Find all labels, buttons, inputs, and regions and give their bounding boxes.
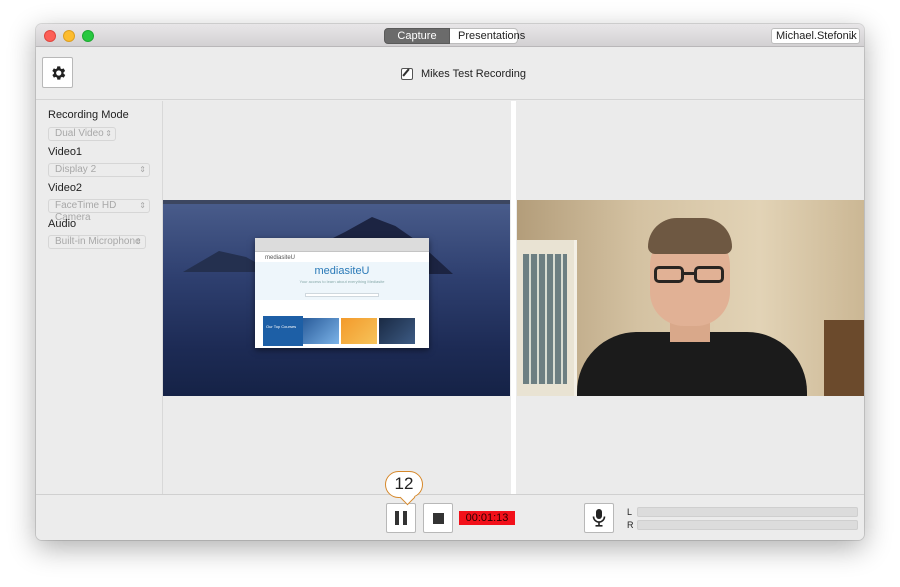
display-preview: mediasiteU mediasiteU Your access to lea… <box>163 200 510 396</box>
browser-tagline: Your access to learn about everything Me… <box>299 279 385 284</box>
course-panel <box>263 316 303 346</box>
pause-button[interactable] <box>386 503 416 533</box>
video1-label: Video1 <box>48 146 83 158</box>
meter-left-label: L <box>627 507 633 517</box>
preview-area: mediasiteU mediasiteU Your access to lea… <box>163 101 864 494</box>
glasses-lens <box>654 266 684 283</box>
recording-controls-bar: 00:01:13 L R <box>36 494 864 540</box>
browser-search-box <box>305 293 379 297</box>
meter-right-label: R <box>627 520 634 530</box>
audio-select[interactable]: Built-in Microphone ⇕ <box>48 235 146 249</box>
close-window-button[interactable] <box>44 30 56 42</box>
recording-timer: 00:01:13 <box>459 511 515 525</box>
presenter-glasses <box>654 266 726 284</box>
browser-toolbar <box>255 238 429 252</box>
course-thumbnail <box>303 318 339 344</box>
recording-mode-label: Recording Mode <box>48 109 129 121</box>
user-account-select[interactable]: Michael.Stefonik ⌄ <box>771 28 860 44</box>
tab-presentations[interactable]: Presentations <box>450 28 525 44</box>
desktop-menubar <box>163 200 510 204</box>
video2-select[interactable]: FaceTime HD Camera ⇕ <box>48 199 150 223</box>
app-window: Capture Presentations Michael.Stefonik ⌄… <box>36 24 864 540</box>
audio-meter-left <box>637 507 858 517</box>
stop-icon <box>432 512 444 524</box>
user-name: Michael.Stefonik <box>776 30 857 42</box>
gear-icon <box>51 65 65 80</box>
camera-background-window <box>517 240 577 396</box>
browser-logo: mediasiteU <box>265 255 296 261</box>
video1-value: Display 2 <box>55 164 97 175</box>
recording-mode-select[interactable]: Dual Video ⇕ <box>48 127 116 141</box>
settings-button[interactable] <box>42 57 73 88</box>
recording-mode-value: Dual Video <box>55 128 104 139</box>
audio-value: Built-in Microphone <box>55 236 141 247</box>
microphone-button[interactable] <box>584 503 614 533</box>
course-thumbnail <box>379 318 415 344</box>
recording-title-text: Mikes Test Recording <box>421 68 526 80</box>
camera-background-door <box>824 320 864 396</box>
course-thumbnail <box>341 318 377 344</box>
toolbar: Mikes Test Recording <box>36 47 864 100</box>
presenter-hair <box>648 218 732 254</box>
pause-icon <box>395 511 407 525</box>
audio-meter-right <box>637 520 858 530</box>
chevron-updown-icon: ⇕ <box>105 129 112 138</box>
chevron-updown-icon: ⇕ <box>139 201 146 210</box>
browser-window-preview: mediasiteU mediasiteU Your access to lea… <box>255 238 429 348</box>
edit-icon[interactable] <box>401 68 413 80</box>
settings-sidebar: Recording Mode Dual Video ⇕ Video1 Displ… <box>36 101 163 494</box>
pane-divider[interactable] <box>511 101 516 494</box>
glasses-lens <box>694 266 724 283</box>
view-tab-switcher: Capture Presentations <box>384 28 525 44</box>
zoom-window-button[interactable] <box>82 30 94 42</box>
recording-title[interactable]: Mikes Test Recording <box>401 68 526 80</box>
microphone-icon <box>592 509 606 527</box>
video2-label: Video2 <box>48 182 83 194</box>
browser-brand-title: mediasiteU <box>314 265 370 277</box>
title-bar: Capture Presentations Michael.Stefonik ⌄ <box>36 24 864 47</box>
chevron-updown-icon: ⇕ <box>135 237 142 246</box>
video1-select[interactable]: Display 2 ⇕ <box>48 163 150 177</box>
minimize-window-button[interactable] <box>63 30 75 42</box>
course-panel-title: Our Top Courses <box>266 324 297 329</box>
camera-preview <box>517 200 864 396</box>
annotation-callout: 12 <box>385 471 423 498</box>
stop-button[interactable] <box>423 503 453 533</box>
tab-capture[interactable]: Capture <box>384 28 450 44</box>
audio-label: Audio <box>48 218 77 230</box>
chevron-updown-icon: ⇕ <box>139 165 146 174</box>
chevron-down-icon: ⌄ <box>847 31 855 41</box>
